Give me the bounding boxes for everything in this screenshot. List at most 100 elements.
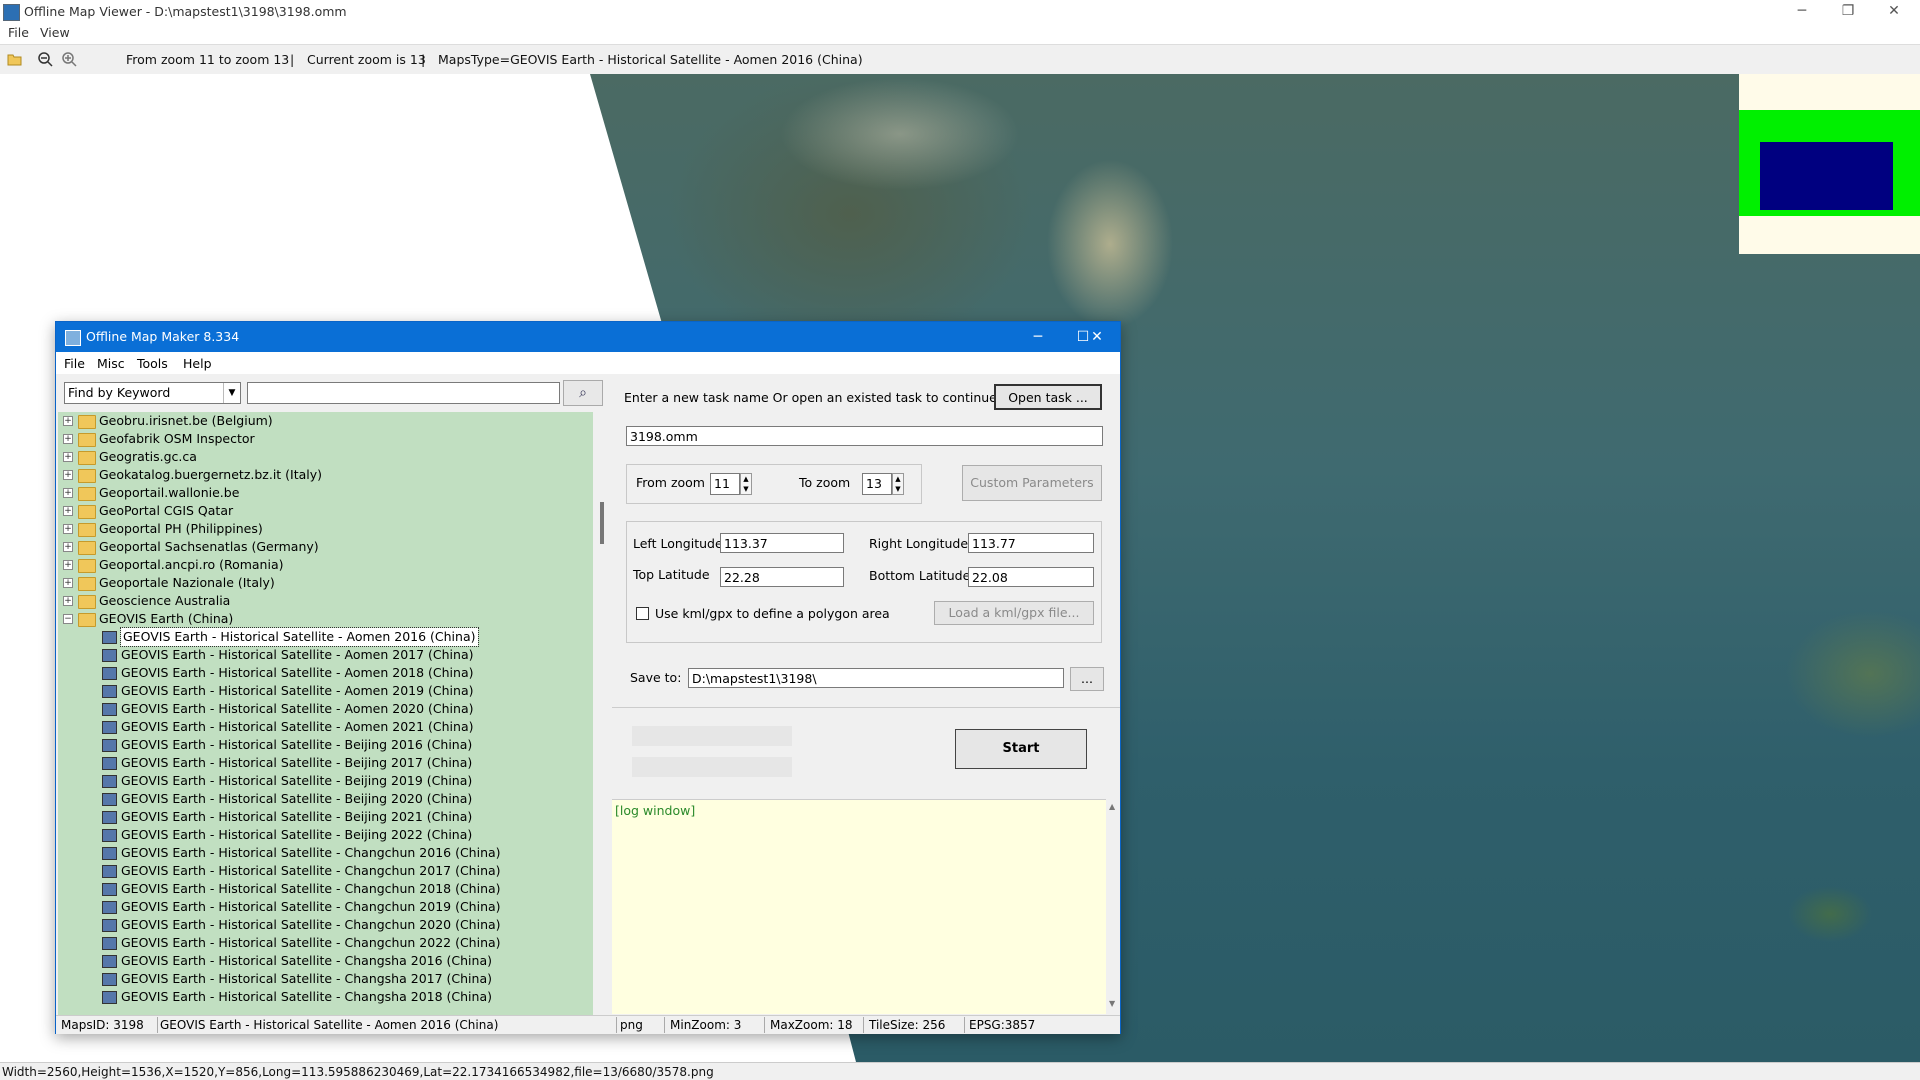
map-layer-icon <box>102 847 117 860</box>
scroll-up-icon[interactable]: ▲ <box>1109 802 1115 811</box>
right-longitude-field[interactable]: 113.77 <box>968 533 1094 553</box>
custom-parameters-button[interactable]: Custom Parameters <box>962 465 1102 501</box>
zoom-range-text: From zoom 11 to zoom 13 <box>126 52 290 67</box>
dialog-status-bar: MapsID: 3198 GEOVIS Earth - Historical S… <box>56 1015 1120 1034</box>
log-title: [log window] <box>615 803 696 818</box>
search-button[interactable]: ⌕ <box>563 380 603 406</box>
expand-toggle-icon[interactable]: + <box>63 470 73 480</box>
tree-map-item-label: GEOVIS Earth - Historical Satellite - Ch… <box>121 845 501 860</box>
minimize-button[interactable]: ─ <box>1779 0 1825 22</box>
expand-toggle-icon[interactable]: + <box>63 524 73 534</box>
zoom-out-icon[interactable] <box>37 51 53 67</box>
menu-view[interactable]: View <box>40 25 70 40</box>
overview-minimap[interactable] <box>1739 74 1920 254</box>
folder-icon <box>78 469 96 483</box>
top-latitude-field[interactable]: 22.28 <box>720 567 844 587</box>
folder-icon <box>78 541 96 555</box>
kml-checkbox[interactable] <box>636 607 649 620</box>
dialog-menu-file[interactable]: File <box>64 356 85 371</box>
log-window[interactable]: [log window] <box>612 799 1106 1014</box>
tree-map-item-label: GEOVIS Earth - Historical Satellite - Be… <box>121 773 473 788</box>
divider <box>612 707 1120 708</box>
dialog-close-button[interactable]: ✕ <box>1074 322 1120 352</box>
tree-map-item-label: GEOVIS Earth - Historical Satellite - Ch… <box>121 881 501 896</box>
to-zoom-field[interactable]: 13 <box>862 473 892 495</box>
map-layer-icon <box>102 973 117 986</box>
tree-map-item-label: GEOVIS Earth - Historical Satellite - Ch… <box>121 917 501 932</box>
folder-icon <box>78 487 96 501</box>
tree-folder-label: Geogratis.gc.ca <box>99 449 197 464</box>
close-button[interactable]: ✕ <box>1871 0 1917 22</box>
expand-toggle-icon[interactable]: + <box>63 452 73 462</box>
right-longitude-label: Right Longitude <box>869 536 969 551</box>
tile-size-status: TileSize: 256 <box>869 1018 946 1032</box>
tree-map-item-label: GEOVIS Earth - Historical Satellite - Ch… <box>121 935 501 950</box>
tree-map-item-label: GEOVIS Earth - Historical Satellite - Ao… <box>121 683 474 698</box>
restore-button[interactable]: ❐ <box>1825 0 1871 22</box>
expand-toggle-icon[interactable]: + <box>63 560 73 570</box>
expand-toggle-icon[interactable]: + <box>63 488 73 498</box>
tree-folder-label: GEOVIS Earth (China) <box>99 611 234 626</box>
menu-file[interactable]: File <box>8 25 29 40</box>
chevron-down-icon[interactable]: ▼ <box>223 383 240 403</box>
dialog-menu-help[interactable]: Help <box>183 356 212 371</box>
from-zoom-field[interactable]: 11 <box>710 473 740 495</box>
from-zoom-stepper[interactable]: ▲ ▼ <box>740 473 752 495</box>
bottom-latitude-field[interactable]: 22.08 <box>968 567 1094 587</box>
tree-folder-label: Geoportail.wallonie.be <box>99 485 240 500</box>
format-status: png <box>620 1018 643 1032</box>
tree-scroll-thumb[interactable] <box>600 502 604 544</box>
find-mode-value: Find by Keyword <box>68 385 171 400</box>
status-separator <box>664 1017 665 1033</box>
expand-toggle-icon[interactable]: + <box>63 434 73 444</box>
tree-folder-label: Geoscience Australia <box>99 593 231 608</box>
to-zoom-stepper[interactable]: ▲ ▼ <box>892 473 904 495</box>
folder-open-icon[interactable] <box>7 51 23 67</box>
map-layer-icon <box>102 865 117 878</box>
open-task-button[interactable]: Open task ... <box>994 384 1102 410</box>
expand-toggle-icon[interactable]: + <box>63 506 73 516</box>
maps-id-status: MapsID: 3198 <box>61 1018 144 1032</box>
tree-map-item-label: GEOVIS Earth - Historical Satellite - Ao… <box>121 719 474 734</box>
folder-icon <box>78 433 96 447</box>
max-zoom-status: MaxZoom: 18 <box>770 1018 853 1032</box>
tree-map-item-label: GEOVIS Earth - Historical Satellite - Be… <box>121 791 473 806</box>
left-longitude-field[interactable]: 113.37 <box>720 533 844 553</box>
overview-viewport[interactable] <box>1760 142 1893 210</box>
tree-map-item-label: GEOVIS Earth - Historical Satellite - Ch… <box>121 863 501 878</box>
expand-toggle-icon[interactable]: + <box>63 596 73 606</box>
status-text: Width=2560,Height=1536,X=1520,Y=856,Long… <box>2 1065 714 1079</box>
expand-toggle-icon[interactable]: + <box>63 578 73 588</box>
tree-map-item-label: GEOVIS Earth - Historical Satellite - Ch… <box>121 899 501 914</box>
expand-toggle-icon[interactable]: − <box>63 614 73 624</box>
top-latitude-label: Top Latitude <box>633 567 710 582</box>
expand-toggle-icon[interactable]: + <box>63 416 73 426</box>
map-source-tree[interactable]: + Geobru.irisnet.be (Belgium) + Geofabrik O… <box>58 412 593 1015</box>
dialog-menu-bar: File Misc Tools Help <box>56 352 1120 374</box>
dialog-minimize-button[interactable]: ─ <box>1015 322 1061 352</box>
tree-scrollbar[interactable] <box>599 412 607 1015</box>
to-zoom-label: To zoom <box>799 475 851 490</box>
status-bar: Width=2560,Height=1536,X=1520,Y=856,Long… <box>0 1062 1920 1080</box>
map-layer-icon <box>102 757 117 770</box>
task-name-field[interactable]: 3198.omm <box>626 426 1103 446</box>
map-layer-icon <box>102 955 117 968</box>
save-path-field[interactable]: D:\mapstest1\3198\ <box>688 668 1064 688</box>
browse-button[interactable]: ... <box>1070 667 1104 691</box>
zoom-in-icon[interactable] <box>61 51 77 67</box>
dialog-menu-tools[interactable]: Tools <box>137 356 168 371</box>
log-scrollbar[interactable]: ▲ ▼ <box>1106 799 1120 1013</box>
load-kml-button[interactable]: Load a kml/gpx file... <box>934 601 1094 625</box>
folder-icon <box>78 577 96 591</box>
scroll-down-icon[interactable]: ▼ <box>1109 999 1115 1008</box>
dialog-menu-misc[interactable]: Misc <box>97 356 125 371</box>
left-longitude-label: Left Longitude <box>633 536 723 551</box>
start-button[interactable]: Start <box>955 729 1087 769</box>
title-bar: Offline Map Viewer - D:\mapstest1\3198\3… <box>0 0 1920 23</box>
find-mode-select[interactable]: Find by Keyword ▼ <box>64 382 241 404</box>
search-input[interactable] <box>247 382 560 404</box>
map-layer-icon <box>102 883 117 896</box>
tree-map-item-label: GEOVIS Earth - Historical Satellite - Ch… <box>121 971 492 986</box>
expand-toggle-icon[interactable]: + <box>63 542 73 552</box>
epsg-status: EPSG:3857 <box>969 1018 1036 1032</box>
